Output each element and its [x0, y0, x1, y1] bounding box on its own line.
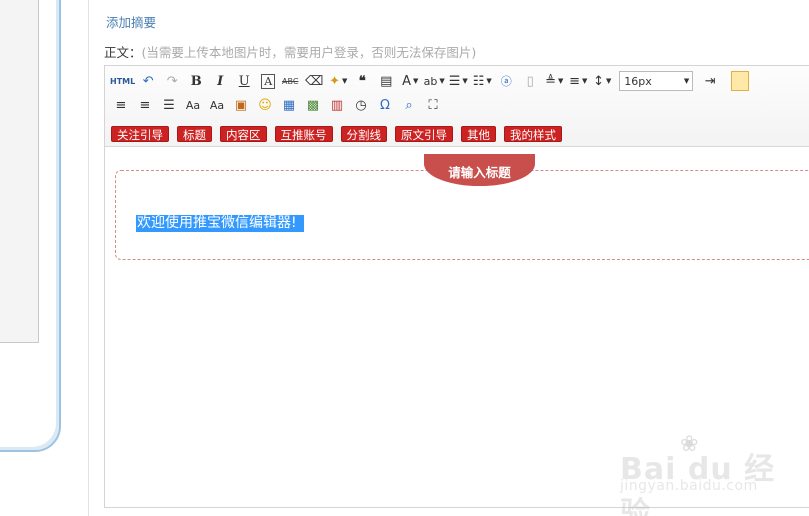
blank-page-icon[interactable]: ▯ [519, 71, 541, 91]
divider [88, 0, 89, 516]
toolbar-row-1: HTML ↶ ↷ B I U A ABC ⌫ ✦ ▼ ❝ ▤ A ▼ ab ▼ ☰ ▼ … [110, 70, 750, 92]
font-color-label: A [402, 73, 411, 89]
special-char-button[interactable]: Ω [374, 95, 396, 115]
paste-icon[interactable]: ▤ [375, 71, 397, 91]
unordered-list-icon[interactable]: ☷ ▼ [471, 71, 493, 91]
magic-wand-icon[interactable]: ✦ ▼ [327, 71, 349, 91]
body-label: 正文：(当需要上传本地图片时，需要用户登录，否则无法保存图片) [104, 42, 476, 61]
anchor-icon[interactable]: ⓐ [495, 71, 517, 91]
chevron-down-icon: ▼ [683, 77, 690, 85]
tag-other[interactable]: 其他 [461, 126, 496, 142]
bold-button[interactable]: B [185, 71, 207, 91]
ordered-list-icon[interactable]: ☰ ▼ [447, 71, 469, 91]
tag-follow-guide[interactable]: 关注引导 [111, 126, 169, 142]
paragraph-spacing-top-icon[interactable]: ≜ ▼ [543, 71, 565, 91]
calendar-icon[interactable]: ▥ [326, 95, 348, 115]
align-center-icon[interactable]: ≡ [110, 95, 132, 115]
font-color-button[interactable]: A ▼ [399, 71, 421, 91]
blockquote-button[interactable]: ❝ [351, 71, 373, 91]
align-left-active-button[interactable] [731, 71, 750, 91]
line-height-icon[interactable]: ↕ ▼ [591, 71, 613, 91]
html-source-button[interactable]: HTML [110, 71, 135, 91]
selected-sample-text[interactable]: 欢迎使用推宝微信编辑器! [136, 215, 304, 232]
side-panel-inner [0, 0, 39, 343]
font-size-select[interactable]: 16px ▼ [619, 71, 694, 91]
body-hint: (当需要上传本地图片时，需要用户登录，否则无法保存图片) [141, 45, 477, 60]
tag-divider[interactable]: 分割线 [340, 126, 387, 142]
add-summary-link[interactable]: 添加摘要 [106, 12, 156, 31]
watermark-url: jingyan.baidu.com [620, 478, 758, 494]
font-size-down-icon[interactable]: Aa [206, 95, 228, 115]
align-justify-icon[interactable]: ☰ [158, 95, 180, 115]
indent-icon[interactable]: ⇥ [699, 71, 721, 91]
font-size-up-icon[interactable]: Aa [182, 95, 204, 115]
emotion-icon[interactable]: ☺ [254, 95, 276, 115]
paragraph-spacing-bottom-icon[interactable]: ≡ ▼ [567, 71, 589, 91]
body-label-text: 正文： [104, 45, 142, 60]
redo-icon[interactable]: ↷ [161, 71, 183, 91]
style-tags-row: 关注引导 标题 内容区 互推账号 分割线 原文引导 其他 我的样式 [111, 123, 570, 145]
align-right-icon[interactable]: ≡ [134, 95, 156, 115]
video-icon[interactable]: ▦ [278, 95, 300, 115]
clock-icon[interactable]: ◷ [350, 95, 372, 115]
tag-mutual-promo[interactable]: 互推账号 [274, 126, 333, 142]
underline-button[interactable]: U [233, 71, 255, 91]
font-size-value: 16px [624, 74, 652, 88]
font-border-button[interactable]: A [261, 73, 276, 89]
italic-button[interactable]: I [209, 71, 231, 91]
strikethrough-button[interactable]: ABC [279, 71, 301, 91]
tag-content-area[interactable]: 内容区 [220, 126, 267, 142]
toolbar-row-2: ≡ ≡ ☰ Aa Aa ▣ ☺ ▦ ▩ ▥ ◷ Ω ⌕ ⛶ [110, 94, 446, 116]
search-replace-icon[interactable]: ⌕ [398, 95, 420, 115]
eraser-icon[interactable]: ⌫ [303, 71, 325, 91]
preview-icon[interactable]: ⛶ [422, 95, 444, 115]
highlight-color-icon[interactable]: ab ▼ [423, 71, 445, 91]
undo-icon[interactable]: ↶ [137, 71, 159, 91]
editor-toolbar: HTML ↶ ↷ B I U A ABC ⌫ ✦ ▼ ❝ ▤ A ▼ ab ▼ ☰ ▼ … [105, 66, 809, 147]
tag-heading[interactable]: 标题 [177, 126, 212, 142]
tag-my-styles[interactable]: 我的样式 [504, 126, 562, 142]
tag-original-link[interactable]: 原文引导 [395, 126, 453, 142]
image-icon[interactable]: ▣ [230, 95, 252, 115]
image-gallery-icon[interactable]: ▩ [302, 95, 324, 115]
baidu-jingyan-watermark: ❀ Bai du 经验 jingyan.baidu.com [620, 432, 790, 516]
